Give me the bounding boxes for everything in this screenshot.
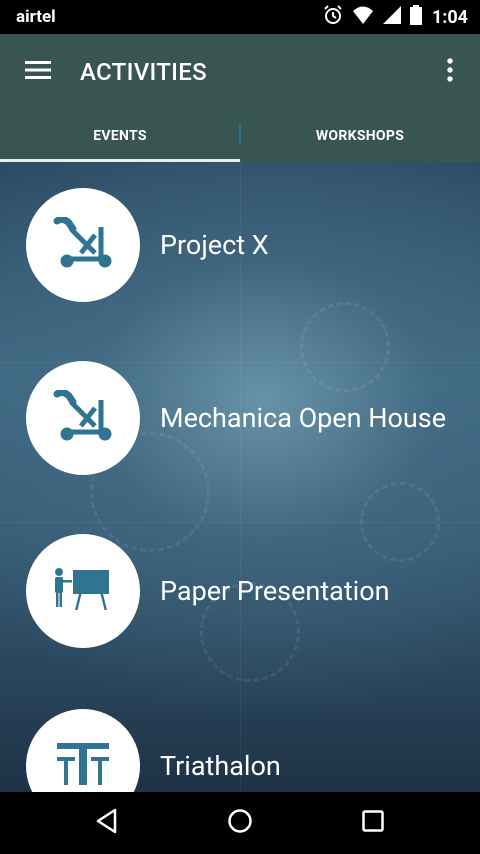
app-bar: ACTIVITIES [0,34,480,110]
tab-events[interactable]: EVENTS [0,110,240,162]
menu-button[interactable] [0,34,76,110]
recents-button[interactable] [343,798,403,848]
status-icons: 1:04 [322,4,468,30]
event-icon-circle [26,188,140,302]
events-list[interactable]: Project X Mechanica Open House Paper Pre… [0,162,480,792]
clock-time: 1:04 [431,6,468,28]
event-icon-circle [26,709,140,792]
more-vert-icon [447,58,453,86]
event-label: Project X [160,229,269,261]
alarm-icon [322,4,344,30]
event-item-project-x[interactable]: Project X [26,187,480,303]
event-icon-circle [26,534,140,648]
catapult-icon [51,215,115,273]
presentation-board-icon [53,566,113,616]
battery-icon [409,5,422,29]
event-item-mechanica-open-house[interactable]: Mechanica Open House [26,360,480,476]
event-item-paper-presentation[interactable]: Paper Presentation [26,533,480,649]
hamburger-menu-icon [25,60,51,84]
catapult-icon [51,388,115,446]
recents-square-icon [361,809,385,837]
overflow-menu-button[interactable] [420,34,480,110]
triathalon-icon [53,739,113,792]
home-circle-icon [227,808,253,838]
status-bar: airtel 1:04 [0,0,480,34]
event-label: Paper Presentation [160,575,390,607]
page-title: ACTIVITIES [80,58,207,86]
event-item-triathalon[interactable]: Triathalon [26,708,480,792]
back-button[interactable] [77,798,137,848]
system-navigation-bar [0,792,480,854]
carrier-label: airtel [16,7,56,27]
event-label: Mechanica Open House [160,402,447,434]
signal-icon [382,5,402,29]
wifi-icon [352,5,374,29]
back-triangle-icon [95,808,119,838]
event-label: Triathalon [160,750,281,782]
tab-divider [239,124,241,144]
event-icon-circle [26,361,140,475]
tab-workshops[interactable]: WORKSHOPS [240,110,480,162]
home-button[interactable] [210,798,270,848]
